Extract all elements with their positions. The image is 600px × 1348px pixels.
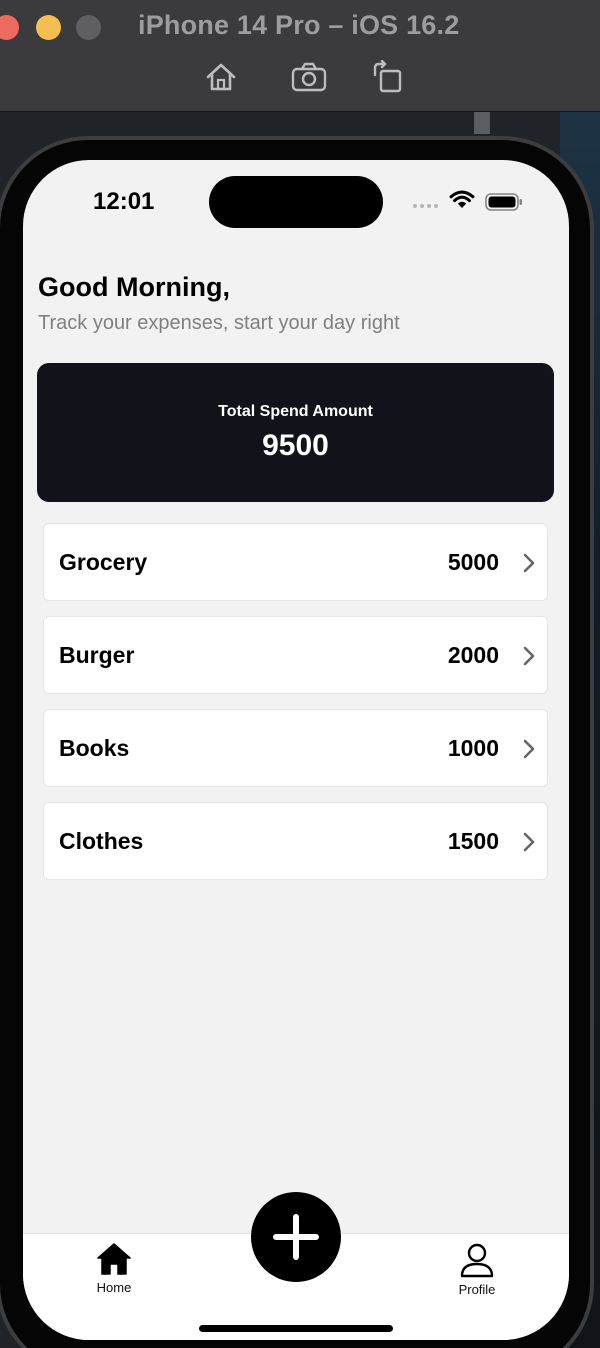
greeting-subtitle: Track your expenses, start your day righ… (38, 312, 400, 334)
wifi-icon (449, 190, 475, 208)
expense-item-books[interactable]: Books 1000 (43, 709, 548, 787)
total-spend-card: Total Spend Amount 9500 (37, 363, 554, 502)
expense-name: Clothes (59, 828, 144, 854)
expense-amount: 1000 (447, 735, 499, 761)
expense-amount: 2000 (447, 642, 499, 668)
simulator-toolbar: iPhone 14 Pro – iOS 16.2 (0, 0, 600, 112)
expense-name: Grocery (59, 549, 148, 575)
plus-icon (273, 1214, 319, 1260)
expense-item-clothes[interactable]: Clothes 1500 (43, 802, 548, 880)
camera-icon (291, 62, 327, 92)
add-expense-button[interactable] (251, 1192, 341, 1282)
profile-icon (460, 1243, 494, 1278)
simulator-home-button[interactable] (202, 58, 240, 96)
chevron-right-icon (523, 832, 535, 852)
chevron-right-icon (523, 646, 535, 666)
rotate-icon (373, 60, 402, 93)
tab-home[interactable]: Home (64, 1242, 164, 1302)
home-icon (97, 1243, 131, 1275)
expense-name: Burger (59, 642, 135, 668)
window-minimize-button[interactable] (36, 15, 61, 40)
tab-profile-label: Profile (458, 1282, 496, 1297)
window-close-button[interactable] (0, 15, 19, 40)
chevron-right-icon (523, 553, 535, 573)
status-time: 12:01 (93, 188, 155, 215)
greeting-title: Good Morning, (38, 272, 230, 302)
simulator-rotate-button[interactable] (368, 58, 406, 96)
expense-amount: 5000 (447, 549, 499, 575)
chevron-right-icon (523, 739, 535, 759)
simulator-screenshot-button[interactable] (290, 58, 328, 96)
desktop-window-edge (474, 112, 490, 134)
cellular-signal-icon (413, 204, 438, 208)
battery-icon (485, 193, 522, 211)
total-spend-label: Total Spend Amount (218, 403, 373, 420)
tab-home-label: Home (96, 1280, 132, 1295)
window-title: iPhone 14 Pro – iOS 16.2 (138, 10, 460, 40)
expense-item-grocery[interactable]: Grocery 5000 (43, 523, 548, 601)
home-icon (206, 63, 236, 91)
home-indicator[interactable] (199, 1325, 393, 1332)
window-zoom-button[interactable] (76, 15, 101, 40)
total-spend-value: 9500 (262, 429, 329, 462)
phone-screen: 12:01 Good Morning, Track your expenses,… (23, 160, 569, 1340)
tab-profile[interactable]: Profile (427, 1242, 527, 1302)
expense-name: Books (59, 735, 130, 761)
expense-item-burger[interactable]: Burger 2000 (43, 616, 548, 694)
expense-amount: 1500 (447, 828, 499, 854)
dynamic-island (209, 176, 383, 228)
